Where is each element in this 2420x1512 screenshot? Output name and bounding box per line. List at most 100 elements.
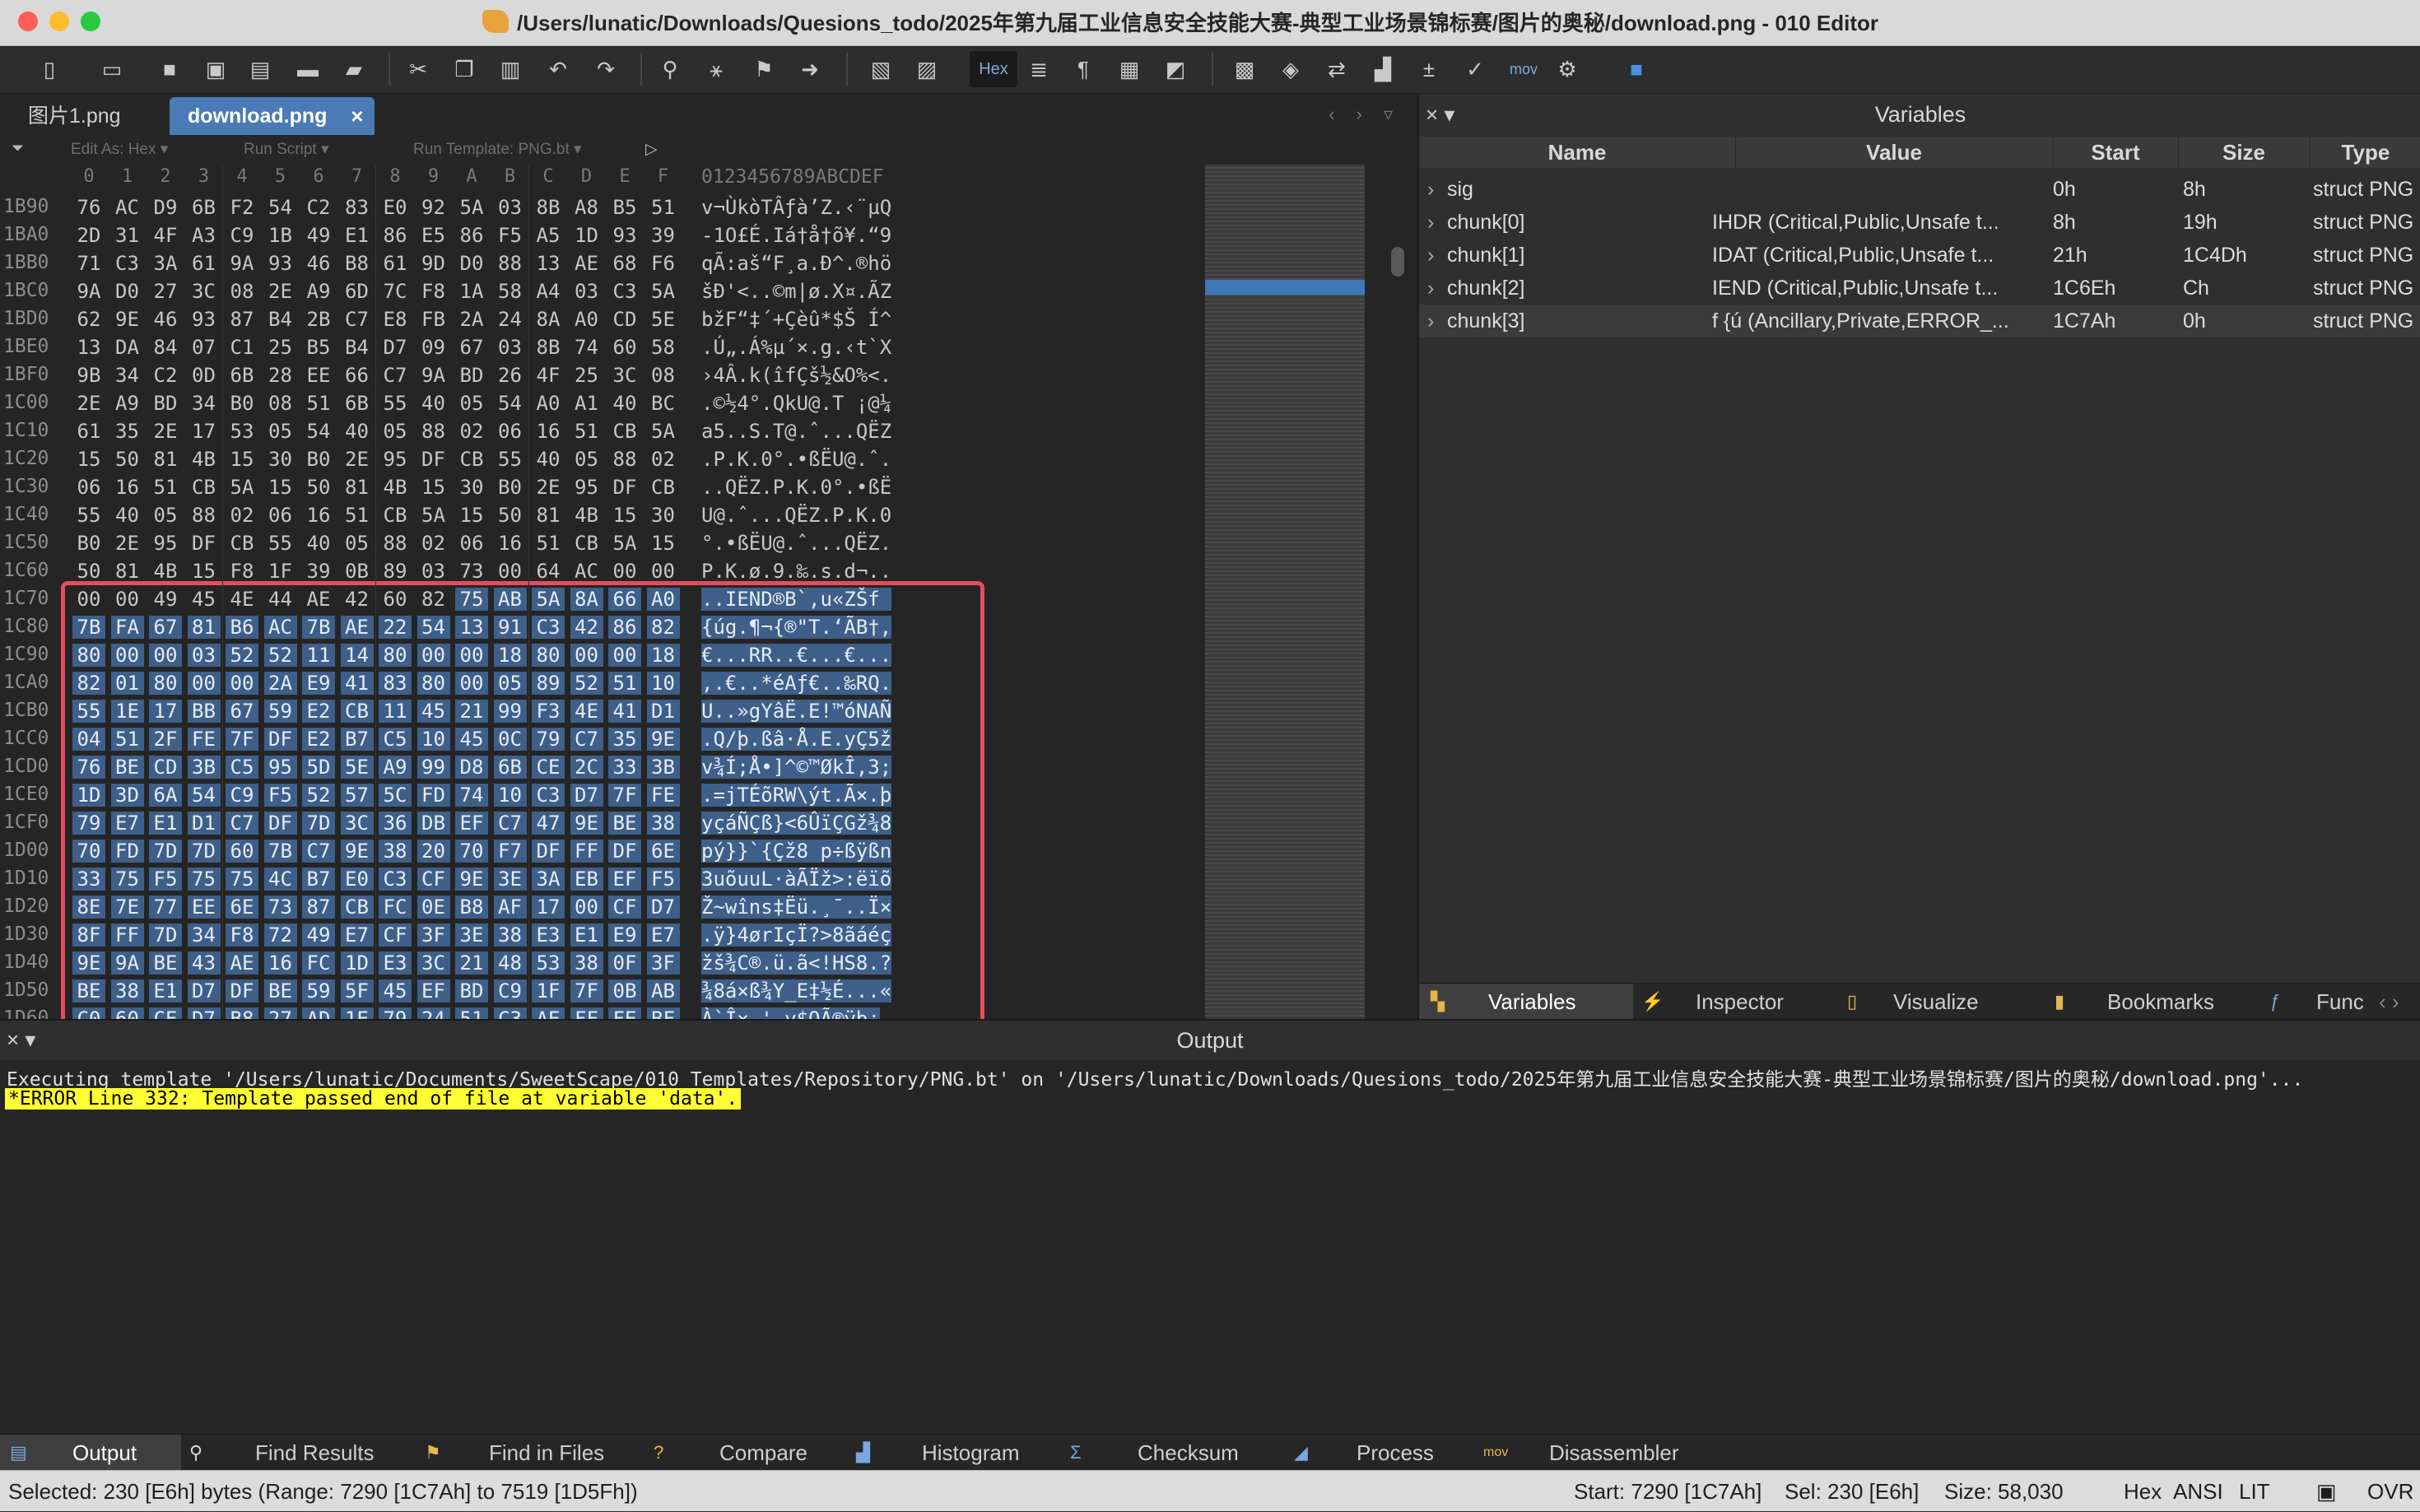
hex-byte[interactable]: DF — [263, 812, 297, 835]
hex-byte[interactable]: 1F — [264, 560, 297, 583]
hex-byte[interactable]: 54 — [187, 784, 221, 807]
hex-byte[interactable]: DF — [188, 532, 221, 555]
hex-byte[interactable]: E2 — [302, 728, 335, 751]
hex-byte[interactable]: 55 — [494, 448, 527, 471]
hex-byte[interactable]: 11 — [379, 700, 412, 723]
window-close-button[interactable] — [18, 12, 38, 31]
hex-byte[interactable]: 7B — [302, 616, 335, 639]
hex-byte[interactable]: B8 — [226, 1007, 258, 1019]
hex-byte[interactable]: E3 — [532, 923, 565, 947]
column-header-value[interactable]: Value — [1735, 137, 2054, 168]
hex-byte[interactable]: 30 — [264, 448, 297, 471]
ascii-text[interactable]: .Q/þ.ßâ·Å.E.yÇ5ž — [701, 728, 892, 751]
hex-byte[interactable]: 02 — [647, 448, 680, 471]
hex-byte[interactable]: A8 — [570, 196, 603, 219]
hex-byte[interactable]: 6A — [149, 784, 182, 807]
hex-byte[interactable]: D0 — [111, 280, 144, 303]
hex-byte[interactable]: 38 — [646, 812, 680, 835]
hex-byte[interactable]: FB — [417, 308, 450, 331]
hex-byte[interactable]: E3 — [379, 951, 412, 975]
hex-byte[interactable]: 75 — [455, 588, 488, 611]
hex-byte[interactable]: 5F — [340, 979, 374, 1003]
hex-byte[interactable]: CE — [532, 756, 565, 779]
hex-byte[interactable]: 9D — [417, 252, 450, 275]
hex-byte[interactable]: 8B — [532, 336, 565, 359]
hex-byte[interactable]: 60 — [379, 588, 412, 611]
hex-byte[interactable]: BE — [608, 812, 641, 835]
hex-byte[interactable]: 53 — [532, 951, 565, 975]
hex-byte[interactable]: 05 — [149, 504, 182, 527]
ascii-text[interactable]: ..IEND®B`‚u«ZŠf — [701, 588, 892, 611]
hex-byte[interactable]: BD — [149, 392, 182, 415]
hex-byte[interactable]: E8 — [379, 308, 412, 331]
redo-icon[interactable]: ↷ — [591, 54, 621, 84]
hex-byte[interactable]: C5 — [226, 756, 258, 779]
save-icon[interactable]: ■ — [155, 54, 184, 84]
hex-byte[interactable]: 06 — [72, 476, 105, 499]
hex-byte[interactable]: BE — [72, 979, 105, 1003]
variable-row[interactable]: › chunk[2] IEND (Critical,Public,Unsafe t.… — [1419, 272, 2420, 305]
hex-byte[interactable]: 67 — [149, 616, 182, 639]
hex-byte[interactable]: A9 — [302, 280, 335, 303]
hex-editor[interactable]: 0123456789ABCDEF 0123456789ABCDEF 1B90 76… — [0, 165, 1417, 1019]
ascii-text[interactable]: .Ú„.Á%µ´×.g.‹t`X — [701, 336, 891, 359]
hex-byte[interactable]: 73 — [263, 896, 297, 919]
binary-icon[interactable]: ⚙ — [1552, 54, 1582, 84]
hex-byte[interactable]: 51 — [341, 504, 374, 527]
hex-byte[interactable]: 95 — [263, 756, 297, 779]
hex-byte[interactable]: 06 — [264, 504, 297, 527]
hex-byte[interactable]: 60 — [110, 1007, 144, 1019]
hex-byte[interactable]: 25 — [570, 364, 603, 387]
hex-byte[interactable]: 54 — [417, 616, 450, 639]
hex-byte[interactable]: 64 — [532, 560, 565, 583]
hex-byte[interactable]: 70 — [455, 840, 488, 863]
hex-byte[interactable]: FF — [570, 840, 603, 863]
hex-byte[interactable]: 3C — [608, 364, 641, 387]
hex-byte[interactable]: 46 — [302, 252, 335, 275]
hex-byte[interactable]: 39 — [302, 560, 335, 583]
hex-byte[interactable]: 9E — [646, 728, 680, 751]
hex-byte[interactable]: A4 — [532, 280, 565, 303]
hex-byte[interactable]: 48 — [493, 951, 527, 975]
ascii-text[interactable]: .©½4°.QkU@.T ¡@¼ — [701, 392, 891, 415]
hex-byte[interactable]: D0 — [455, 252, 488, 275]
hex-byte[interactable]: 7D — [187, 840, 221, 863]
ascii-text[interactable]: ‚.€..*éAƒ€..‰RQ. — [701, 672, 892, 695]
hex-byte[interactable]: A1 — [570, 392, 603, 415]
hex-byte[interactable]: DA — [111, 336, 144, 359]
hex-byte[interactable]: 1E — [340, 1007, 374, 1019]
hex-byte[interactable]: F5 — [494, 224, 527, 247]
ascii-text[interactable]: À`Î×¸'­.y$QÃ®ÿþ¿ — [701, 1007, 880, 1019]
hex-byte[interactable]: 45 — [379, 979, 412, 1003]
hex-byte[interactable]: 15 — [417, 476, 450, 499]
cut-icon[interactable]: ✂ — [403, 54, 433, 84]
hex-byte[interactable]: 02 — [455, 420, 488, 443]
hex-byte[interactable]: 62 — [72, 308, 105, 331]
hex-byte[interactable]: 42 — [570, 616, 603, 639]
paste-icon[interactable]: ▥ — [496, 54, 525, 84]
hex-byte[interactable]: D7 — [187, 1007, 221, 1019]
hex-byte[interactable]: 50 — [111, 448, 144, 471]
pilcrow-icon[interactable]: ¶ — [1068, 54, 1098, 84]
hex-byte[interactable]: 52 — [570, 672, 603, 695]
hex-byte[interactable]: DF — [608, 476, 641, 499]
hex-byte[interactable]: 4B — [188, 448, 221, 471]
hex-byte[interactable]: CE — [149, 1007, 182, 1019]
hex-byte[interactable]: AD — [302, 1007, 335, 1019]
hex-byte[interactable]: C7 — [379, 364, 412, 387]
hex-byte[interactable]: 93 — [188, 308, 221, 331]
hex-byte[interactable]: 86 — [608, 616, 641, 639]
hex-byte[interactable]: 43 — [187, 951, 221, 975]
hex-byte[interactable]: B7 — [302, 868, 335, 891]
ascii-text[interactable]: -1O£É.Iá†å†õ¥.“9 — [701, 224, 891, 247]
hex-byte[interactable]: 4F — [149, 224, 182, 247]
hex-byte[interactable]: 75 — [110, 868, 144, 891]
tab-inspector[interactable]: ⚡ Inspector — [1633, 984, 1839, 1020]
hex-byte[interactable]: 54 — [494, 392, 527, 415]
hex-byte[interactable]: 1D — [570, 224, 603, 247]
hex-byte[interactable]: C2 — [302, 196, 335, 219]
hex-byte[interactable]: FA — [110, 616, 144, 639]
hex-byte[interactable]: 80 — [417, 672, 450, 695]
hex-byte[interactable]: 0C — [493, 728, 527, 751]
hex-byte[interactable]: 5E — [647, 308, 680, 331]
